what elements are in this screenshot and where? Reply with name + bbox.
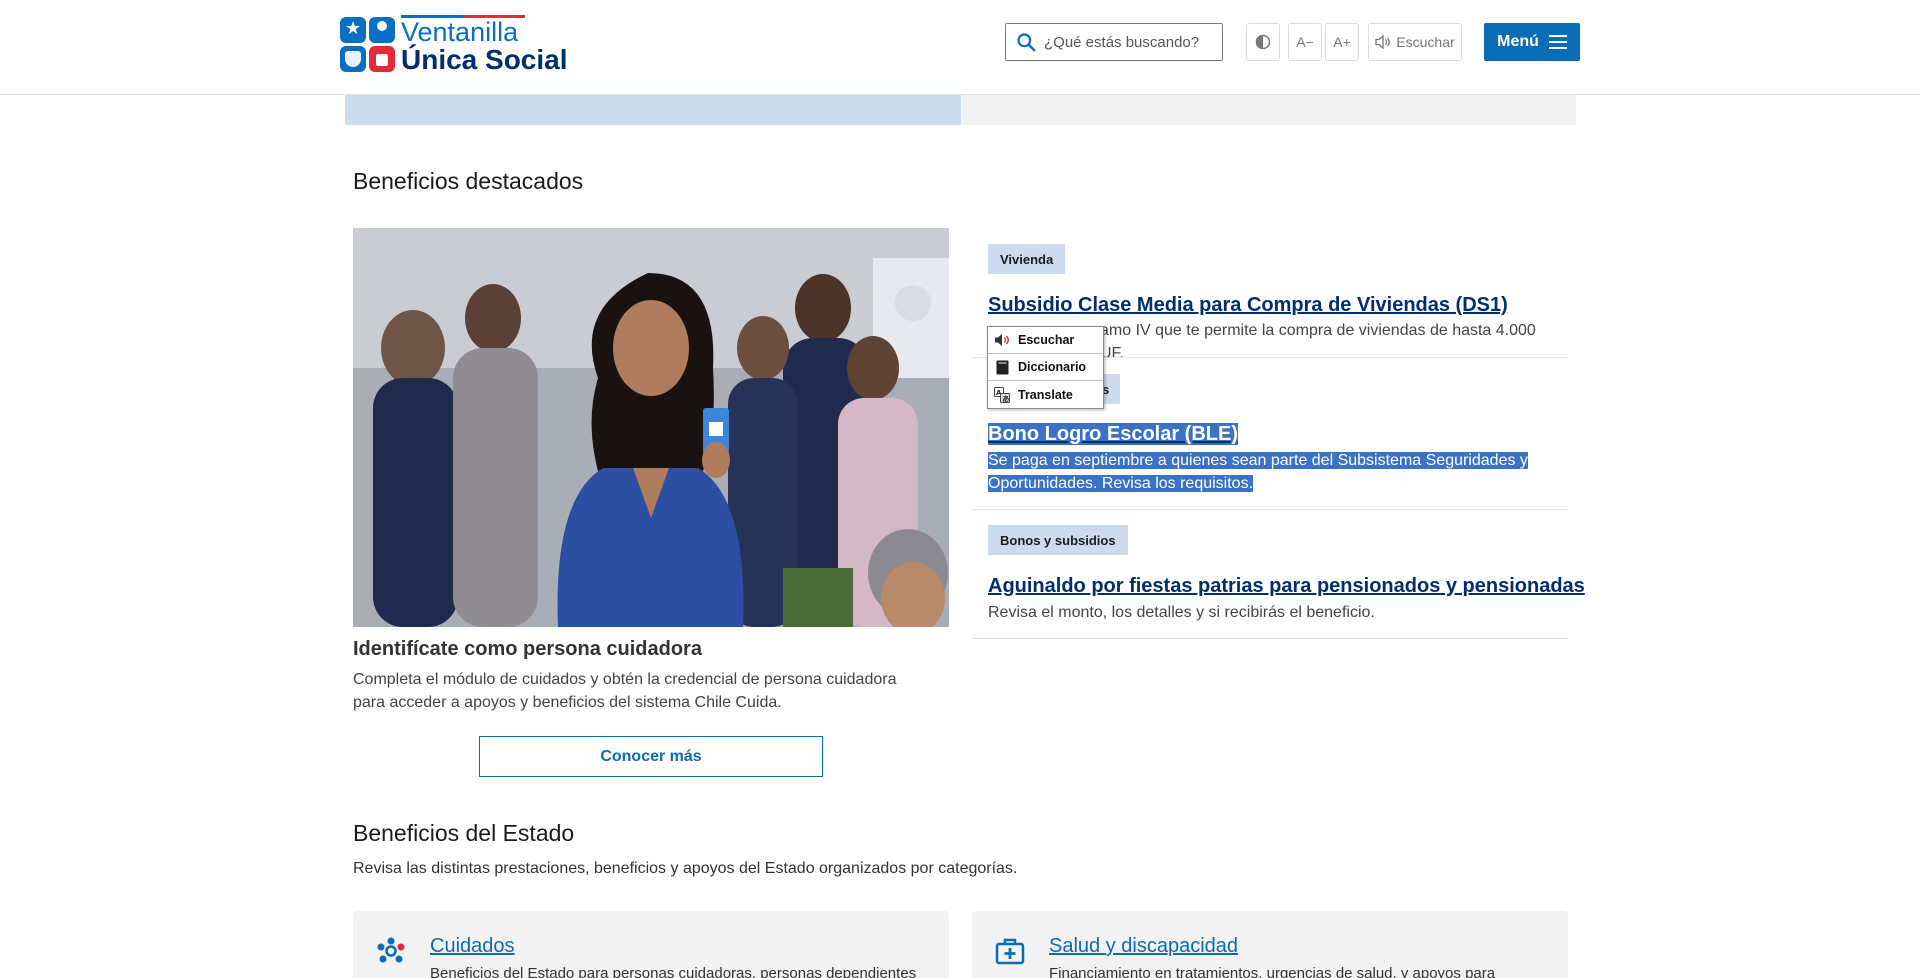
category-card-salud[interactable]: Salud y discapacidad Financiamiento en t…: [972, 911, 1568, 978]
benefit-tag-bonos-2[interactable]: Bonos y subsidios: [988, 525, 1128, 555]
book-icon: [994, 359, 1010, 375]
learn-more-button[interactable]: Conocer más: [479, 736, 823, 777]
context-menu-label: Diccionario: [1018, 360, 1087, 374]
translate-icon: Aあ: [994, 386, 1010, 403]
category-description: Financiamiento en tratamientos, urgencia…: [1049, 965, 1496, 978]
listen-label: Escuchar: [1396, 34, 1455, 50]
contrast-icon: [1255, 34, 1271, 50]
state-benefits-description: Revisa las distintas prestaciones, benef…: [353, 860, 1018, 877]
caregiver-photo: [353, 228, 949, 627]
search-icon: [1017, 33, 1036, 52]
site-header: Ventanilla Única Social A− A+ Escuchar M…: [0, 0, 1920, 95]
benefit-title-ds1[interactable]: Subsidio Clase Media para Compra de Vivi…: [988, 294, 1508, 317]
benefit-title-aguinaldo[interactable]: Aguinaldo por fiestas patrias para pensi…: [988, 575, 1585, 598]
selected-text: Se paga en septiembre a quienes sean par…: [988, 452, 1528, 469]
context-menu-translate[interactable]: Aあ Translate: [988, 381, 1103, 408]
logo-line-2: Única Social: [401, 44, 568, 75]
speaker-icon: [1375, 35, 1391, 49]
context-menu-dictionary[interactable]: Diccionario: [988, 354, 1103, 381]
speaker-icon: [994, 332, 1010, 348]
menu-label: Menú: [1497, 33, 1539, 50]
logo-line-1: Ventanilla: [401, 15, 568, 46]
care-network-icon: [377, 937, 405, 963]
category-card-cuidados[interactable]: Cuidados Beneficios del Estado para pers…: [353, 911, 949, 978]
category-title[interactable]: Salud y discapacidad: [1049, 935, 1238, 958]
font-decrease-button[interactable]: A−: [1288, 23, 1322, 61]
featured-image: [353, 228, 949, 627]
font-increase-button[interactable]: A+: [1325, 23, 1359, 61]
benefit-description-ds1: amo IV que te permite la compra de vivie…: [1100, 322, 1536, 362]
hamburger-icon: [1548, 35, 1567, 49]
context-menu: Escuchar Diccionario Aあ Translate: [987, 326, 1104, 409]
category-title[interactable]: Cuidados: [430, 935, 515, 958]
benefit-description-aguinaldo: Revisa el monto, los detalles y si recib…: [988, 604, 1375, 621]
person-icon: [369, 17, 395, 43]
star-icon: [340, 17, 366, 43]
search-input[interactable]: [1044, 33, 1214, 51]
contrast-button[interactable]: [1246, 23, 1280, 61]
listen-button[interactable]: Escuchar: [1368, 23, 1462, 61]
selected-text: Oportunidades. Revisa los requisitos.: [988, 475, 1254, 492]
medical-kit-icon: [995, 938, 1025, 965]
chart-icon: [369, 46, 395, 72]
family-icon: [340, 46, 366, 72]
featured-card-description: Completa el módulo de cuidados y obtén l…: [353, 671, 897, 711]
context-menu-label: Escuchar: [1018, 333, 1075, 347]
benefit-description-ble: Se paga en septiembre a quienes sean par…: [988, 449, 1548, 495]
featured-card-title: Identifícate como persona cuidadora: [353, 638, 702, 660]
context-menu-listen[interactable]: Escuchar: [988, 327, 1103, 354]
benefit-title-ble[interactable]: Bono Logro Escolar (BLE): [988, 423, 1238, 446]
svg-text:あ: あ: [1002, 394, 1009, 403]
site-logo[interactable]: Ventanilla Única Social: [340, 15, 568, 74]
context-menu-label: Translate: [1018, 387, 1073, 402]
benefit-tag-vivienda[interactable]: Vivienda: [988, 244, 1066, 274]
divider: [972, 638, 1568, 639]
menu-button[interactable]: Menú: [1484, 23, 1580, 61]
tab-strip-inactive: [961, 95, 1576, 125]
tab-strip-active: [345, 95, 961, 125]
category-description: Beneficios del Estado para personas cuid…: [430, 965, 917, 978]
featured-heading: Beneficios destacados: [353, 168, 584, 194]
divider: [972, 509, 1568, 510]
logo-mark: [340, 17, 395, 72]
state-benefits-heading: Beneficios del Estado: [353, 820, 575, 846]
selected-text: Bono Logro Escolar (BLE): [988, 423, 1238, 445]
search-box[interactable]: [1005, 23, 1223, 61]
